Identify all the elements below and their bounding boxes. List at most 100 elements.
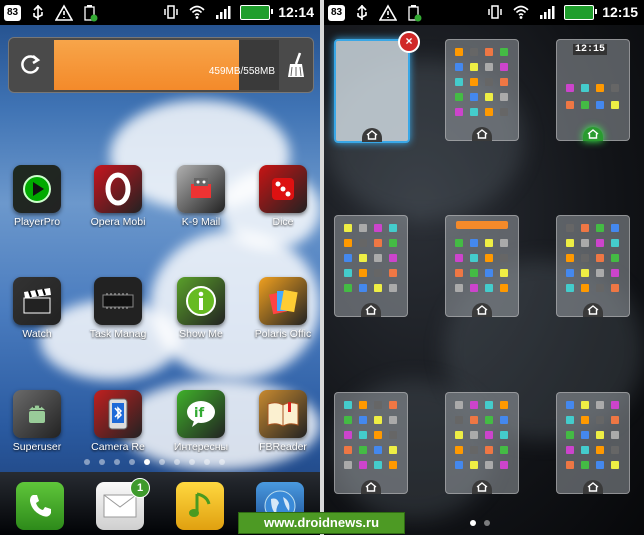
- mini-app-icon: [455, 108, 463, 116]
- app-polaris-offic[interactable]: Polaris Offic: [243, 277, 320, 340]
- mini-app-icon: [500, 284, 508, 292]
- page-dot[interactable]: [114, 459, 120, 465]
- app-label: Opera Mobi: [90, 216, 146, 228]
- page-dot[interactable]: [84, 459, 90, 465]
- app-интересны[interactable]: if Интересны: [161, 390, 241, 453]
- home-icon: [476, 305, 488, 315]
- app-k-9-mail[interactable]: K-9 Mail: [161, 165, 241, 228]
- mini-app-icon: [611, 269, 619, 277]
- app-task-manag[interactable]: Task Manag: [78, 277, 158, 340]
- mini-app-icon: [581, 431, 589, 439]
- mini-app-icon: [566, 401, 574, 409]
- screen-thumbnail[interactable]: [445, 392, 519, 494]
- screen-thumbnail[interactable]: [445, 215, 519, 317]
- mini-app-icon: [470, 269, 478, 277]
- delete-screen-button[interactable]: ×: [398, 31, 420, 53]
- page-dot[interactable]: [144, 459, 150, 465]
- page-dot[interactable]: [159, 459, 165, 465]
- mini-app-icon: [566, 284, 574, 292]
- mini-app-icon: [500, 48, 508, 56]
- clean-button[interactable]: [279, 38, 313, 92]
- mini-app-icon: [566, 224, 574, 232]
- mini-app-icon: [611, 101, 619, 109]
- chip-icon: [94, 277, 142, 325]
- app-opera-mobi[interactable]: Opera Mobi: [78, 165, 158, 228]
- mini-app-icon: [374, 224, 382, 232]
- page-dot[interactable]: [219, 459, 225, 465]
- music-button[interactable]: [176, 482, 224, 530]
- screen-thumbnail[interactable]: [334, 39, 410, 143]
- mini-app-icon: [581, 101, 589, 109]
- mini-app-icon: [455, 401, 463, 409]
- mini-app-icon: [500, 78, 508, 86]
- mini-app-icon: [611, 254, 619, 262]
- mini-app-icon: [611, 224, 619, 232]
- usb-icon: [33, 4, 43, 20]
- app-camera-re[interactable]: Camera Re: [78, 390, 158, 453]
- mini-app-icon: [389, 269, 397, 277]
- page-dot[interactable]: [204, 459, 210, 465]
- app-playerpro[interactable]: PlayerPro: [0, 165, 77, 228]
- home-icon: [587, 482, 599, 492]
- memory-widget[interactable]: 459MB/558MB: [8, 37, 314, 93]
- page-dot[interactable]: [129, 459, 135, 465]
- app-watch[interactable]: Watch: [0, 277, 77, 340]
- mini-app-icon: [455, 48, 463, 56]
- status-badge: 83: [4, 5, 22, 21]
- screen-thumbnail[interactable]: [334, 215, 408, 317]
- mini-app-icon: [566, 84, 574, 92]
- page-dot[interactable]: [189, 459, 195, 465]
- mini-app-icon: [470, 461, 478, 469]
- home-screen: 83 12:14 459MB/558MB PlayerPro Opera Mobi…: [0, 0, 320, 535]
- page-dot[interactable]: [484, 520, 490, 526]
- app-fbreader[interactable]: FBReader: [243, 390, 320, 453]
- home-icon: [365, 305, 377, 315]
- mini-app-icon: [500, 269, 508, 277]
- screen-thumbnail[interactable]: [334, 392, 408, 494]
- set-home-button[interactable]: [361, 303, 381, 317]
- memory-text: 459MB/558MB: [208, 66, 275, 77]
- mini-app-icon: [485, 254, 493, 262]
- set-home-button[interactable]: [472, 127, 492, 141]
- app-superuser[interactable]: Superuser: [0, 390, 77, 453]
- screen-thumbnail[interactable]: [556, 215, 630, 317]
- mini-app-icon: [596, 269, 604, 277]
- mini-app-icon: [596, 101, 604, 109]
- screen-thumbnail[interactable]: 12:15: [556, 39, 630, 141]
- page-indicator[interactable]: [470, 520, 490, 526]
- set-home-button[interactable]: [583, 127, 603, 141]
- mini-app-icon: [455, 431, 463, 439]
- screen-preview: 83 12:15 × 12:15: [324, 0, 644, 535]
- mini-app-icon: [485, 269, 493, 277]
- set-home-button[interactable]: [472, 303, 492, 317]
- set-home-button[interactable]: [583, 303, 603, 317]
- set-home-button[interactable]: [361, 480, 381, 494]
- page-dot[interactable]: [99, 459, 105, 465]
- phone-button[interactable]: [16, 482, 64, 530]
- app-dice[interactable]: Dice: [243, 165, 320, 228]
- wifi-icon: [513, 5, 529, 19]
- app-label: FBReader: [259, 441, 307, 453]
- mail-badge: 1: [130, 478, 150, 498]
- screen-thumbnail[interactable]: [445, 39, 519, 141]
- screen-thumbnail[interactable]: [556, 392, 630, 494]
- set-home-button[interactable]: [362, 128, 382, 142]
- page-indicator[interactable]: [84, 459, 225, 465]
- memory-widget-mini: [456, 221, 508, 229]
- set-home-button[interactable]: [583, 480, 603, 494]
- page-dot[interactable]: [174, 459, 180, 465]
- mini-app-icon: [581, 254, 589, 262]
- mini-app-icon: [485, 239, 493, 247]
- mini-app-icon: [581, 416, 589, 424]
- set-home-button[interactable]: [472, 480, 492, 494]
- mini-app-icon: [344, 431, 352, 439]
- mini-app-icon: [500, 416, 508, 424]
- mini-app-icon: [485, 446, 493, 454]
- mini-app-icon: [389, 224, 397, 232]
- page-dot[interactable]: [470, 520, 476, 526]
- phone-icon: [30, 495, 51, 517]
- app-show-me[interactable]: Show Me: [161, 277, 241, 340]
- mail-button[interactable]: 1: [96, 478, 150, 530]
- mini-app-icon: [359, 284, 367, 292]
- refresh-button[interactable]: [9, 38, 51, 92]
